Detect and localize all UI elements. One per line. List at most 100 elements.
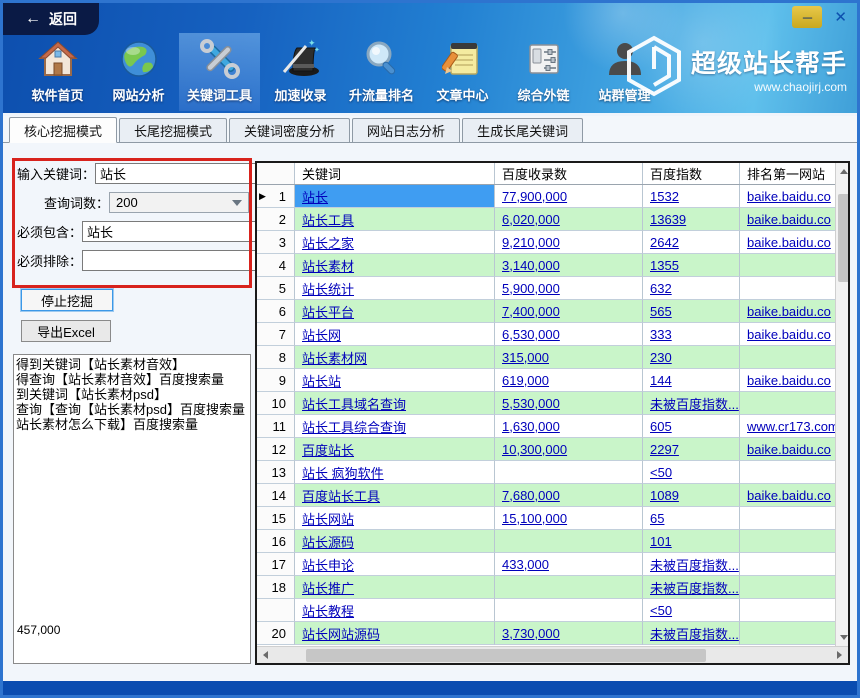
header-keyword[interactable]: 关键词: [295, 163, 495, 184]
vertical-scrollbar[interactable]: [835, 163, 848, 646]
table-row[interactable]: 9站长站619,000144baike.baidu.co: [257, 369, 835, 392]
keyword-link[interactable]: 站长网站源码: [302, 624, 380, 643]
table-row[interactable]: 7站长网6,530,000333baike.baidu.co: [257, 323, 835, 346]
keyword-link[interactable]: 站长平台: [302, 302, 354, 321]
toolbar-item-4[interactable]: ✦✦加速收录: [260, 33, 341, 111]
records-link[interactable]: 7,400,000: [502, 304, 560, 319]
header-top-site[interactable]: 排名第一网站: [740, 163, 835, 184]
site-link[interactable]: baike.baidu.co: [747, 442, 831, 457]
index-link[interactable]: 101: [650, 534, 672, 549]
horizontal-scrollbar[interactable]: [257, 646, 848, 663]
keyword-link[interactable]: 站长网站: [302, 509, 354, 528]
close-button[interactable]: ✕: [832, 8, 849, 26]
header-baidu-records[interactable]: 百度收录数: [495, 163, 643, 184]
index-link[interactable]: 333: [650, 327, 672, 342]
table-row[interactable]: 12百度站长10,300,0002297baike.baidu.co: [257, 438, 835, 461]
toolbar-item-1[interactable]: 软件首页: [17, 33, 98, 111]
table-row[interactable]: 18站长推广未被百度指数...: [257, 576, 835, 599]
index-link[interactable]: 1532: [650, 189, 679, 204]
keyword-link[interactable]: 百度站长: [302, 440, 354, 459]
index-link[interactable]: 未被百度指数...: [650, 394, 739, 413]
site-link[interactable]: baike.baidu.co: [747, 235, 831, 250]
index-link[interactable]: 1355: [650, 258, 679, 273]
keyword-link[interactable]: 站长源码: [302, 532, 354, 551]
tab-4[interactable]: 网站日志分析: [352, 118, 460, 142]
keyword-link[interactable]: 站长申论: [302, 555, 354, 574]
toolbar-item-2[interactable]: 网站分析: [98, 33, 179, 111]
minimize-button[interactable]: ─: [792, 6, 822, 28]
index-link[interactable]: 230: [650, 350, 672, 365]
toolbar-item-3[interactable]: 关键词工具: [179, 33, 260, 111]
toolbar-item-7[interactable]: 综合外链: [503, 33, 584, 111]
keyword-link[interactable]: 百度站长工具: [302, 486, 380, 505]
scroll-left-button[interactable]: [257, 647, 274, 664]
horizontal-scroll-thumb[interactable]: [306, 649, 706, 662]
site-link[interactable]: baike.baidu.co: [747, 212, 831, 227]
keyword-link[interactable]: 站长素材网: [302, 348, 367, 367]
table-row[interactable]: 11站长工具综合查询1,630,000605www.cr173.com: [257, 415, 835, 438]
table-row[interactable]: 站长教程 <50: [257, 599, 835, 622]
site-link[interactable]: baike.baidu.co: [747, 327, 831, 342]
table-row[interactable]: 17站长申论433,000未被百度指数...: [257, 553, 835, 576]
index-link[interactable]: 未被百度指数...: [650, 624, 739, 643]
index-link[interactable]: 144: [650, 373, 672, 388]
export-excel-button[interactable]: 导出Excel: [21, 320, 111, 342]
site-link[interactable]: baike.baidu.co: [747, 189, 831, 204]
index-link[interactable]: 2297: [650, 442, 679, 457]
table-row[interactable]: 16站长源码101: [257, 530, 835, 553]
records-link[interactable]: 7,680,000: [502, 488, 560, 503]
tab-2[interactable]: 长尾挖掘模式: [119, 118, 227, 142]
index-link[interactable]: <50: [650, 603, 672, 618]
records-link[interactable]: 6,020,000: [502, 212, 560, 227]
records-link[interactable]: 10,300,000: [502, 442, 567, 457]
table-row[interactable]: 14百度站长工具7,680,0001089baike.baidu.co: [257, 484, 835, 507]
records-link[interactable]: 77,900,000: [502, 189, 567, 204]
table-row[interactable]: 5站长统计5,900,000632: [257, 277, 835, 300]
scroll-up-button[interactable]: [836, 163, 849, 180]
table-row[interactable]: 4站长素材3,140,0001355: [257, 254, 835, 277]
index-link[interactable]: 65: [650, 511, 664, 526]
site-link[interactable]: baike.baidu.co: [747, 304, 831, 319]
table-row[interactable]: 10站长工具域名查询5,530,000未被百度指数...: [257, 392, 835, 415]
records-link[interactable]: 1,630,000: [502, 419, 560, 434]
toolbar-item-5[interactable]: 升流量排名: [341, 33, 422, 111]
site-link[interactable]: baike.baidu.co: [747, 488, 831, 503]
keyword-input[interactable]: [95, 163, 281, 184]
index-link[interactable]: 1089: [650, 488, 679, 503]
index-link[interactable]: 13639: [650, 212, 686, 227]
index-link[interactable]: <50: [650, 465, 672, 480]
keyword-link[interactable]: 站长工具: [302, 210, 354, 229]
records-link[interactable]: 6,530,000: [502, 327, 560, 342]
table-row[interactable]: 2站长工具6,020,00013639baike.baidu.co: [257, 208, 835, 231]
keyword-link[interactable]: 站长: [302, 187, 328, 206]
stop-mining-button[interactable]: 停止挖掘: [21, 289, 113, 311]
scroll-right-button[interactable]: [831, 647, 848, 664]
keyword-link[interactable]: 站长教程: [302, 601, 354, 620]
index-link[interactable]: 2642: [650, 235, 679, 250]
scroll-down-button[interactable]: [836, 629, 849, 646]
records-link[interactable]: 619,000: [502, 373, 549, 388]
index-link[interactable]: 605: [650, 419, 672, 434]
header-baidu-index[interactable]: 百度指数: [643, 163, 740, 184]
keyword-link[interactable]: 站长工具综合查询: [302, 417, 406, 436]
must-exclude-input[interactable]: [82, 250, 268, 271]
table-row[interactable]: 6站长平台7,400,000565baike.baidu.co: [257, 300, 835, 323]
table-row[interactable]: 15站长网站15,100,00065: [257, 507, 835, 530]
records-link[interactable]: 315,000: [502, 350, 549, 365]
table-row[interactable]: 13站长 疯狗软件<50: [257, 461, 835, 484]
records-link[interactable]: 3,140,000: [502, 258, 560, 273]
keyword-link[interactable]: 站长 疯狗软件: [302, 463, 384, 482]
records-link[interactable]: 5,900,000: [502, 281, 560, 296]
records-link[interactable]: 15,100,000: [502, 511, 567, 526]
tab-3[interactable]: 关键词密度分析: [229, 118, 350, 142]
records-link[interactable]: 9,210,000: [502, 235, 560, 250]
keyword-link[interactable]: 站长统计: [302, 279, 354, 298]
site-link[interactable]: www.cr173.com: [747, 419, 835, 434]
site-link[interactable]: baike.baidu.co: [747, 373, 831, 388]
back-button[interactable]: ← 返回: [3, 3, 99, 35]
keyword-link[interactable]: 站长素材: [302, 256, 354, 275]
toolbar-item-6[interactable]: 文章中心: [422, 33, 503, 111]
index-link[interactable]: 未被百度指数...: [650, 578, 739, 597]
table-row[interactable]: 3站长之家9,210,0002642baike.baidu.co: [257, 231, 835, 254]
table-row[interactable]: 20站长网站源码3,730,000未被百度指数...: [257, 622, 835, 645]
